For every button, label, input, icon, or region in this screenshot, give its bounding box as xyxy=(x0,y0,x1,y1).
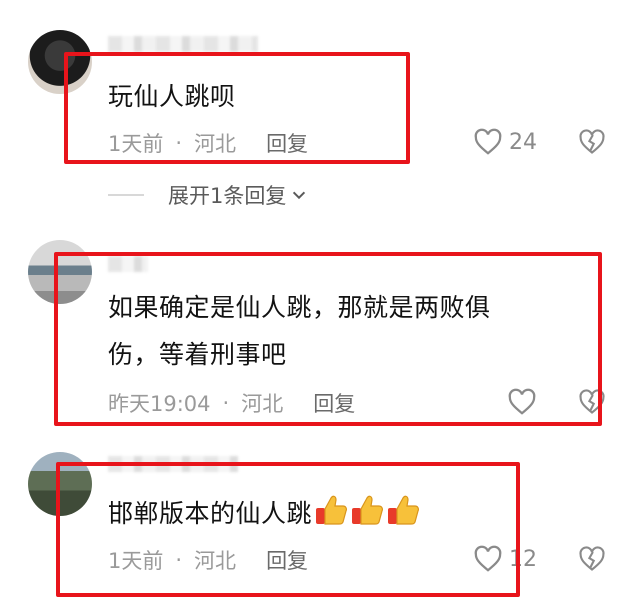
reply-button[interactable]: 回复 xyxy=(266,128,308,158)
expand-replies-button[interactable]: 展开1条回复 xyxy=(108,180,308,210)
comment-time: 1天前 xyxy=(108,132,164,156)
comment-text-line-1: 如果确定是仙人跳，那就是两败俱 xyxy=(108,293,491,322)
avatar[interactable] xyxy=(28,30,92,94)
like-button[interactable]: 12 xyxy=(473,545,537,573)
comment-text: 玩仙人跳呗 xyxy=(108,82,236,111)
heart-icon xyxy=(474,128,502,155)
comment-location: 河北 xyxy=(194,132,237,156)
divider-line xyxy=(108,194,144,196)
dislike-icon[interactable] xyxy=(578,545,606,573)
avatar[interactable] xyxy=(28,240,92,304)
like-count: 12 xyxy=(509,546,537,572)
comment-location: 河北 xyxy=(194,549,237,573)
heart-icon xyxy=(474,545,502,572)
comment-text-body: 邯郸版本的仙人跳 xyxy=(108,499,313,528)
reply-button[interactable]: 回复 xyxy=(266,545,308,575)
comment-text-line-2: 伤，等着刑事吧 xyxy=(108,340,287,369)
meta-separator: · xyxy=(222,391,230,415)
chevron-down-icon xyxy=(293,191,306,200)
comment-time: 昨天19:04 xyxy=(108,392,211,416)
username-blurred xyxy=(108,36,258,52)
comment-text: 邯郸版本的仙人跳 xyxy=(108,492,420,536)
like-button[interactable]: 24 xyxy=(473,128,537,156)
thumbs-up-icon xyxy=(388,495,419,525)
thumbs-up-icon xyxy=(316,495,347,525)
like-button[interactable] xyxy=(507,388,543,416)
comment-meta: 昨天19:04 · 河北 回复 xyxy=(108,388,355,418)
expand-replies-label: 展开1条回复 xyxy=(168,184,287,208)
avatar[interactable] xyxy=(28,452,92,516)
username-blurred xyxy=(108,456,238,472)
meta-separator: · xyxy=(175,548,183,572)
comment-meta: 1天前 · 河北 回复 xyxy=(108,128,308,158)
comment-location: 河北 xyxy=(241,392,284,416)
comment-meta: 1天前 · 河北 回复 xyxy=(108,545,308,575)
username-blurred xyxy=(108,256,148,272)
heart-icon xyxy=(508,388,536,415)
comment-time: 1天前 xyxy=(108,549,164,573)
dislike-icon[interactable] xyxy=(578,128,606,156)
dislike-icon[interactable] xyxy=(578,388,606,416)
meta-separator: · xyxy=(175,131,183,155)
like-count: 24 xyxy=(509,129,537,155)
reply-button[interactable]: 回复 xyxy=(313,388,355,418)
thumbs-up-icon xyxy=(352,495,383,525)
